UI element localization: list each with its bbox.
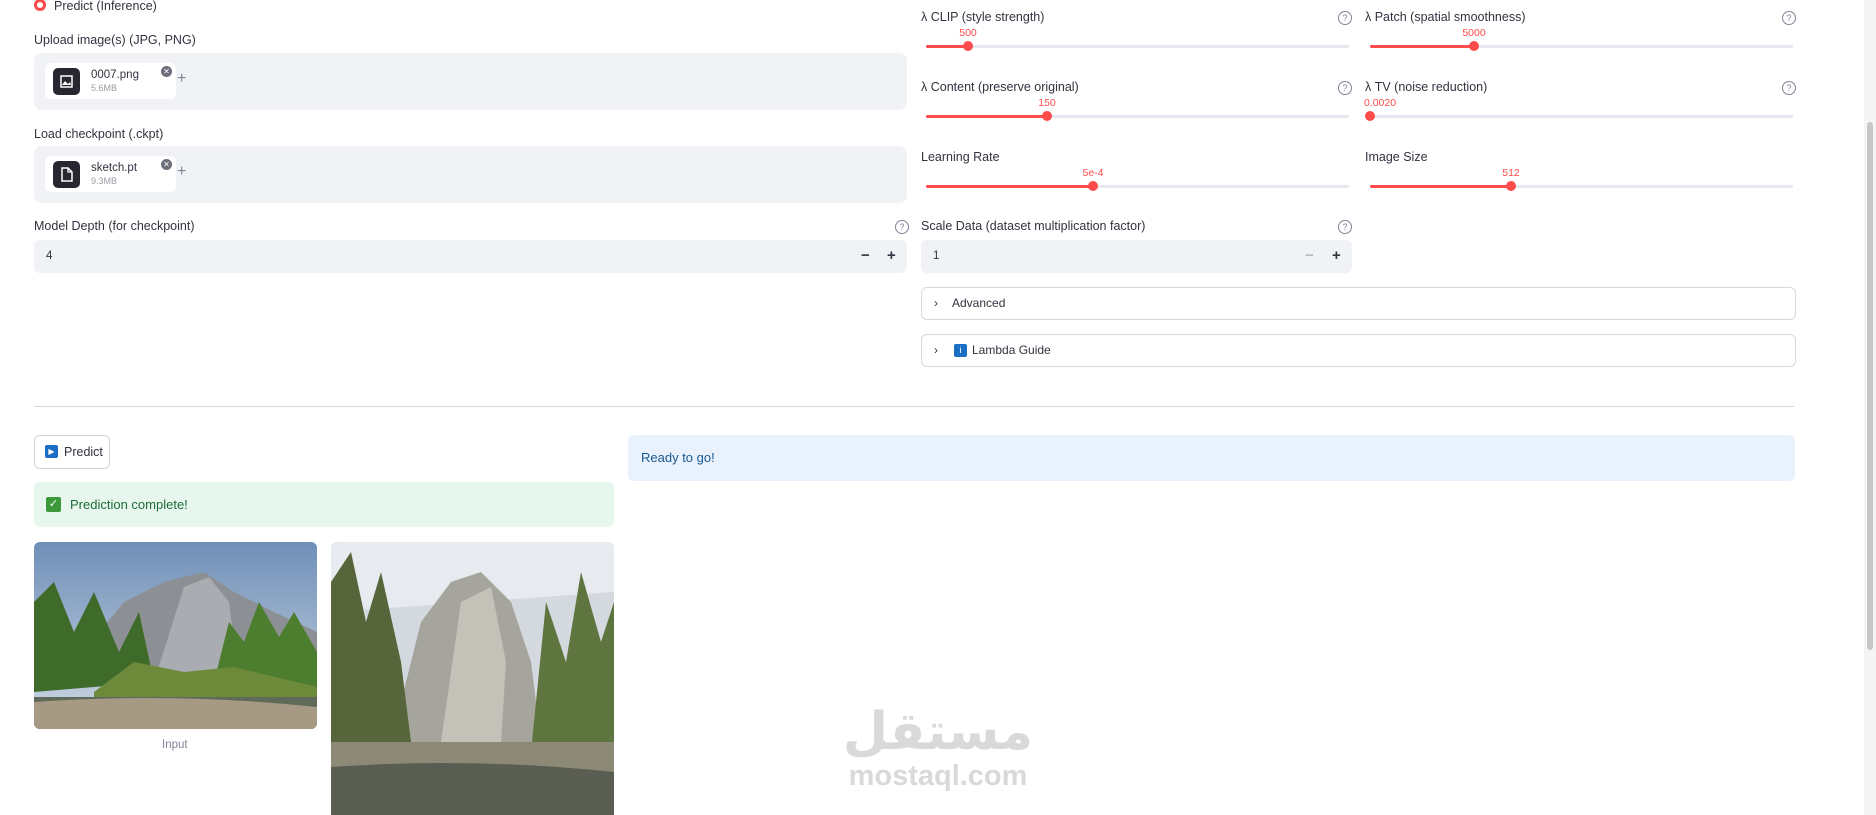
- input-image-caption: Input: [162, 739, 188, 751]
- slider-thumb[interactable]: [1365, 111, 1375, 121]
- watermark: مستقل mostaql.com: [828, 703, 1048, 791]
- slider-label: λ Patch (spatial smoothness): [1365, 10, 1526, 24]
- checkpoint-file-size: 9.3MB: [91, 176, 118, 186]
- slider-value: 5000: [1462, 27, 1486, 39]
- help-icon[interactable]: ?: [1338, 81, 1352, 95]
- slider-track[interactable]: 5000: [1370, 27, 1793, 51]
- slider-track[interactable]: 150: [926, 97, 1349, 121]
- help-icon[interactable]: ?: [1338, 220, 1352, 234]
- slider-fill: [926, 115, 1047, 118]
- image-file-icon: [53, 68, 80, 95]
- scale-data-label: Scale Data (dataset multiplication facto…: [921, 219, 1146, 233]
- decrement-button[interactable]: −: [1305, 247, 1314, 264]
- decrement-button[interactable]: −: [861, 247, 870, 264]
- checkpoint-label: Load checkpoint (.ckpt): [34, 127, 164, 141]
- uploaded-file-name: 0007.png: [91, 69, 139, 81]
- predict-button[interactable]: ▶ Predict: [34, 435, 110, 469]
- output-image: [331, 542, 614, 815]
- slider-value: 500: [959, 27, 977, 39]
- add-checkpoint-icon[interactable]: +: [177, 163, 186, 181]
- document-file-icon: [53, 161, 80, 188]
- success-text: Prediction complete!: [70, 497, 188, 512]
- chevron-right-icon: ›: [934, 343, 938, 357]
- help-icon[interactable]: ?: [1338, 11, 1352, 25]
- help-icon[interactable]: ?: [895, 220, 909, 234]
- model-depth-label: Model Depth (for checkpoint): [34, 219, 195, 233]
- help-icon[interactable]: ?: [1782, 11, 1796, 25]
- slider-track[interactable]: 0.0020: [1364, 97, 1793, 121]
- increment-button[interactable]: +: [1332, 247, 1341, 264]
- scrollbar-thumb[interactable]: [1867, 122, 1873, 650]
- divider: [34, 406, 1794, 407]
- help-icon[interactable]: ?: [1782, 81, 1796, 95]
- slider-track[interactable]: 5e-4: [926, 167, 1349, 191]
- slider-label: λ Content (preserve original): [921, 80, 1079, 94]
- checkpoint-file-name: sketch.pt: [91, 162, 138, 174]
- page-scrollbar[interactable]: [1864, 0, 1876, 815]
- slider-label: λ TV (noise reduction): [1365, 80, 1488, 94]
- slider-thumb[interactable]: [1469, 41, 1479, 51]
- slider-fill: [926, 185, 1093, 188]
- slider-thumb[interactable]: [1088, 181, 1098, 191]
- slider-value: 5e-4: [1082, 167, 1104, 179]
- scale-data-input[interactable]: 1 − +: [921, 240, 1352, 273]
- checkpoint-dropzone[interactable]: sketch.pt 9.3MB ✕ +: [34, 146, 907, 203]
- slider-fill: [926, 45, 968, 48]
- slider-thumb[interactable]: [1042, 111, 1052, 121]
- checkpoint-file-chip: sketch.pt 9.3MB ✕: [45, 156, 176, 192]
- watermark-latin: mostaql.com: [848, 760, 1028, 792]
- info-message: Ready to go!: [628, 435, 1795, 481]
- slider-thumb[interactable]: [1506, 181, 1516, 191]
- scale-data-value: 1: [933, 250, 940, 262]
- upload-images-dropzone[interactable]: 0007.png 5.6MB ✕ +: [34, 53, 907, 110]
- slider-fill: [1370, 185, 1511, 188]
- remove-file-icon[interactable]: ✕: [161, 66, 172, 77]
- watermark-arabic: مستقل: [842, 703, 1034, 761]
- add-file-icon[interactable]: +: [177, 70, 186, 88]
- slider-label: λ CLIP (style strength): [921, 10, 1045, 24]
- mode-radio[interactable]: Predict (Inference): [34, 0, 234, 14]
- advanced-expander-label: Advanced: [952, 296, 1006, 310]
- slider-value: 0.0020: [1363, 97, 1397, 109]
- slider-thumb[interactable]: [963, 41, 973, 51]
- predict-button-label: Predict: [64, 445, 103, 459]
- model-depth-value: 4: [46, 250, 53, 262]
- slider-value: 512: [1502, 167, 1520, 179]
- lambda-guide-expander-label: Lambda Guide: [972, 343, 1051, 357]
- slider-label: Image Size: [1365, 150, 1428, 164]
- info-text: Ready to go!: [641, 450, 715, 465]
- model-depth-input[interactable]: 4 − +: [34, 240, 907, 273]
- check-icon: ✓: [46, 497, 61, 512]
- play-icon: ▶: [45, 445, 58, 458]
- upload-images-label: Upload image(s) (JPG, PNG): [34, 33, 196, 47]
- slider-label: Learning Rate: [921, 150, 1000, 164]
- success-message: ✓ Prediction complete!: [34, 482, 614, 527]
- uploaded-file-chip: 0007.png 5.6MB ✕: [45, 63, 176, 99]
- lambda-guide-expander[interactable]: › i Lambda Guide: [921, 334, 1796, 367]
- increment-button[interactable]: +: [887, 247, 896, 264]
- advanced-expander[interactable]: › Advanced: [921, 287, 1796, 320]
- uploaded-file-size: 5.6MB: [91, 83, 118, 93]
- input-image: [34, 542, 317, 729]
- radio-dot-icon: [34, 0, 46, 11]
- chevron-right-icon: ›: [934, 296, 938, 310]
- slider-track[interactable]: 500: [926, 27, 1349, 51]
- slider-value: 150: [1038, 97, 1056, 109]
- info-icon: i: [954, 344, 967, 357]
- slider-track[interactable]: 512: [1370, 167, 1793, 191]
- slider-fill: [1370, 45, 1474, 48]
- mode-radio-label: Predict (Inference): [54, 0, 157, 13]
- remove-checkpoint-icon[interactable]: ✕: [161, 159, 172, 170]
